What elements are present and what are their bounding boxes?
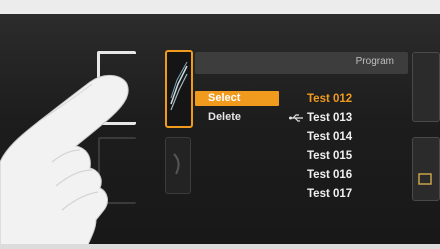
device-bezel-bottom (0, 244, 440, 249)
list-item[interactable]: Test 012 (307, 91, 352, 107)
audio-icon (173, 153, 180, 175)
list-item[interactable]: Test 015 (307, 148, 352, 164)
graph-icon (170, 61, 188, 111)
pointing-hand (0, 75, 129, 249)
program-title: Program (355, 56, 394, 67)
program-header: Program (195, 52, 408, 74)
device-bezel-top (0, 0, 440, 15)
program-thumbnail[interactable] (165, 137, 191, 194)
program-thumbnail-active[interactable] (165, 50, 193, 128)
usb-icon (289, 114, 303, 122)
right-thumbnail[interactable] (412, 52, 440, 122)
photo-stage: Program Select Delete Test 012 Test 013 … (0, 0, 440, 249)
right-thumbnail[interactable] (412, 137, 440, 201)
list-item[interactable]: Test 013 (307, 110, 352, 126)
folder-icon (418, 173, 432, 185)
list-item[interactable]: Test 017 (307, 186, 352, 202)
list-item[interactable]: Test 014 (307, 129, 352, 145)
menu-item-select[interactable]: Select (195, 91, 279, 106)
menu-item-delete[interactable]: Delete (195, 110, 279, 125)
list-item[interactable]: Test 016 (307, 167, 352, 183)
